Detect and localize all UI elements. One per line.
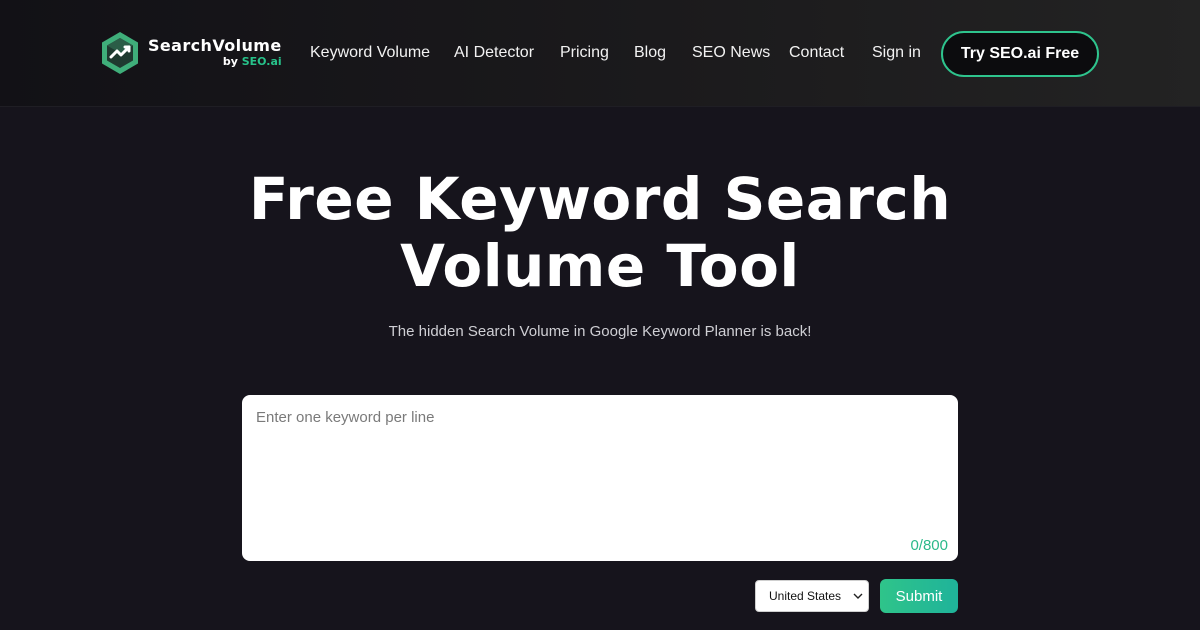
country-select[interactable]: United States (755, 580, 869, 612)
keywords-textarea[interactable] (242, 395, 958, 561)
nav-contact[interactable]: Contact (789, 44, 844, 62)
site-header: SearchVolume by SEO.ai Keyword Volume AI… (0, 0, 1200, 107)
page-title-line-1: Free Keyword Search (248, 165, 952, 233)
page-title-line-2: Volume Tool (400, 232, 800, 300)
nav-sign-in[interactable]: Sign in (872, 44, 921, 62)
nav-pricing[interactable]: Pricing (560, 44, 609, 62)
character-counter: 0/800 (910, 537, 948, 554)
nav-ai-detector[interactable]: AI Detector (454, 44, 534, 62)
nav-seo-news[interactable]: SEO News (692, 44, 770, 62)
nav-blog[interactable]: Blog (634, 44, 666, 62)
submit-button[interactable]: Submit (880, 579, 958, 613)
country-select-value: United States (769, 589, 842, 603)
try-free-button[interactable]: Try SEO.ai Free (941, 31, 1099, 77)
chevron-down-icon (853, 593, 863, 599)
page-title: Free Keyword Search Volume Tool (0, 166, 1200, 300)
page-subtitle: The hidden Search Volume in Google Keywo… (388, 323, 812, 340)
nav-keyword-volume[interactable]: Keyword Volume (310, 44, 430, 62)
keyword-input-box: 0/800 (242, 395, 958, 561)
